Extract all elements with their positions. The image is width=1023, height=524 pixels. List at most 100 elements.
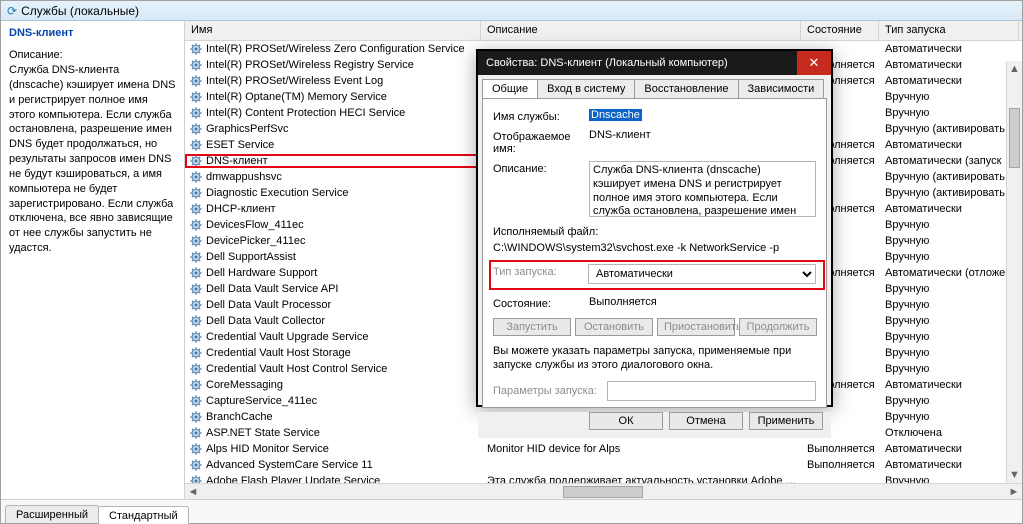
dialog-titlebar[interactable]: Свойства: DNS-клиент (Локальный компьюте… <box>478 51 831 75</box>
service-name: Dell SupportAssist <box>206 251 296 263</box>
apply-button[interactable]: Применить <box>749 412 823 430</box>
value-description[interactable]: Служба DNS-клиента (dnscache) кэширует и… <box>589 161 816 217</box>
service-name: Intel(R) Content Protection HECI Service <box>206 107 405 119</box>
scroll-down-icon[interactable]: ▼ <box>1007 467 1022 483</box>
value-display-name: DNS-клиент <box>589 129 816 141</box>
tab-logon[interactable]: Вход в систему <box>537 79 635 98</box>
column-headers[interactable]: Имя Описание Состояние Тип запуска <box>185 21 1022 41</box>
scroll-right-icon[interactable]: ► <box>1006 486 1022 498</box>
service-name: Adobe Flash Player Update Service <box>206 475 380 483</box>
service-row[interactable]: Adobe Flash Player Update ServiceЭта слу… <box>185 473 1022 483</box>
service-start: Вручную (активировать з...) <box>879 187 1019 199</box>
service-name: Credential Vault Upgrade Service <box>206 331 368 343</box>
service-name: Dell Data Vault Service API <box>206 283 338 295</box>
service-icon <box>189 250 203 264</box>
label-display-name: Отображаемое имя: <box>493 129 589 155</box>
service-name: dmwappushsvc <box>206 171 282 183</box>
service-name: Intel(R) PROSet/Wireless Registry Servic… <box>206 59 414 71</box>
label-description: Описание: <box>493 161 589 175</box>
tab-extended[interactable]: Расширенный <box>5 505 99 523</box>
scroll-thumb[interactable] <box>1009 108 1020 168</box>
service-start: Автоматически <box>879 139 1019 151</box>
label-startup-type: Тип запуска: <box>493 264 588 278</box>
service-start: Вручную <box>879 251 1019 263</box>
col-name[interactable]: Имя <box>185 21 481 40</box>
service-name: BranchCache <box>206 411 273 423</box>
service-start: Вручную <box>879 475 1019 483</box>
service-icon <box>189 458 203 472</box>
startup-type-select[interactable]: Автоматически <box>588 264 816 284</box>
service-start: Автоматически <box>879 43 1019 55</box>
service-icon <box>189 362 203 376</box>
tab-general[interactable]: Общие <box>482 79 538 98</box>
service-icon <box>189 410 203 424</box>
service-start: Автоматически <box>879 459 1019 471</box>
service-start: Вручную <box>879 315 1019 327</box>
hscroll-thumb[interactable] <box>563 486 643 498</box>
service-row[interactable]: Advanced SystemCare Service 11 Выполняетс… <box>185 457 1022 473</box>
pause-button[interactable]: Приостановить <box>657 318 735 336</box>
refresh-icon[interactable]: ⟳ <box>7 4 17 18</box>
scroll-up-icon[interactable]: ▲ <box>1007 61 1022 77</box>
start-button[interactable]: Запустить <box>493 318 571 336</box>
service-icon <box>189 122 203 136</box>
service-icon <box>189 58 203 72</box>
service-icon <box>189 346 203 360</box>
service-name: CoreMessaging <box>206 379 283 391</box>
service-name: ESET Service <box>206 139 274 151</box>
service-start: Вручную <box>879 411 1019 423</box>
service-icon <box>189 170 203 184</box>
service-desc: Monitor HID device for Alps <box>481 443 801 455</box>
service-start: Автоматически <box>879 59 1019 71</box>
service-icon <box>189 442 203 456</box>
tab-recovery[interactable]: Восстановление <box>634 79 738 98</box>
service-start: Автоматически <box>879 443 1019 455</box>
value-state: Выполняется <box>589 296 816 308</box>
col-state[interactable]: Состояние <box>801 21 879 40</box>
service-icon <box>189 186 203 200</box>
service-name: Credential Vault Host Storage <box>206 347 351 359</box>
label-executable: Исполняемый файл: <box>493 226 816 238</box>
service-name: Advanced SystemCare Service 11 <box>206 459 373 471</box>
service-name: CaptureService_411ec <box>206 395 317 407</box>
service-start: Отключена <box>879 427 1019 439</box>
params-input[interactable] <box>607 381 816 401</box>
scroll-left-icon[interactable]: ◄ <box>185 486 201 498</box>
ok-button[interactable]: ОК <box>589 412 663 430</box>
value-service-name[interactable]: Dnscache <box>589 109 642 121</box>
service-name: Intel(R) PROSet/Wireless Event Log <box>206 75 383 87</box>
stop-button[interactable]: Остановить <box>575 318 653 336</box>
dialog-tabs: Общие Вход в систему Восстановление Зави… <box>478 75 831 98</box>
service-icon <box>189 298 203 312</box>
horizontal-scrollbar[interactable]: ◄ ► <box>185 483 1022 499</box>
service-start: Вручную <box>879 235 1019 247</box>
service-icon <box>189 202 203 216</box>
view-tabs: Расширенный Стандартный <box>1 499 1022 523</box>
col-desc[interactable]: Описание <box>481 21 801 40</box>
service-start: Вручную <box>879 107 1019 119</box>
service-icon <box>189 394 203 408</box>
service-icon <box>189 378 203 392</box>
service-start: Вручную (активировать з...) <box>879 123 1019 135</box>
service-name: DNS-клиент <box>206 155 268 167</box>
service-name: Intel(R) PROSet/Wireless Zero Configurat… <box>206 43 465 55</box>
console-titlebar: ⟳ Службы (локальные) <box>1 1 1022 21</box>
service-icon <box>189 282 203 296</box>
description-label: Описание: <box>9 49 176 61</box>
service-icon <box>189 330 203 344</box>
tab-standard[interactable]: Стандартный <box>98 506 189 524</box>
service-state: Выполняется <box>801 459 879 471</box>
service-icon <box>189 314 203 328</box>
tab-deps[interactable]: Зависимости <box>738 79 825 98</box>
col-start[interactable]: Тип запуска <box>879 21 1019 40</box>
label-service-name: Имя службы: <box>493 109 589 123</box>
service-icon <box>189 218 203 232</box>
service-row[interactable]: Alps HID Monitor ServiceMonitor HID devi… <box>185 441 1022 457</box>
close-icon[interactable]: ✕ <box>797 51 831 75</box>
service-state: Выполняется <box>801 443 879 455</box>
vertical-scrollbar[interactable]: ▲ ▼ <box>1006 61 1022 483</box>
dialog-title: Свойства: DNS-клиент (Локальный компьюте… <box>486 57 728 69</box>
service-name: Intel(R) Optane(TM) Memory Service <box>206 91 387 103</box>
resume-button[interactable]: Продолжить <box>739 318 817 336</box>
cancel-button[interactable]: Отмена <box>669 412 743 430</box>
